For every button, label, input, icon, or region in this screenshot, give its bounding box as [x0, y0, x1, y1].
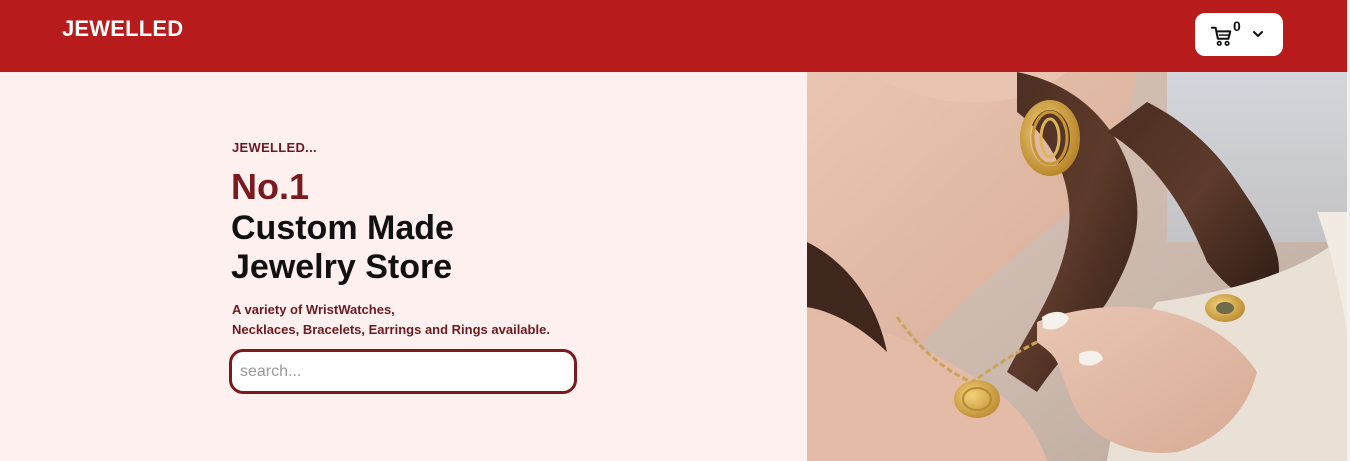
cart-icon: [1211, 26, 1232, 46]
cart-count-badge: 0: [1233, 18, 1241, 34]
cart-button[interactable]: 0: [1195, 13, 1283, 56]
hero-headline-line-1: Custom Made: [231, 209, 454, 247]
hero-headline-line-2: Jewelry Store: [231, 248, 453, 286]
top-navbar: JEWELLED 0: [0, 0, 1347, 72]
hero-photo-graphic: [807, 72, 1347, 461]
hero-eyebrow: JEWELLED...: [232, 140, 317, 155]
hero-photo: [807, 72, 1347, 461]
hero-subtext-line-2: Necklaces, Bracelets, Earrings and Rings…: [232, 322, 550, 337]
brand-logo[interactable]: JEWELLED: [62, 16, 183, 42]
search-input[interactable]: [229, 349, 577, 394]
hero-headline-rank: No.1: [231, 166, 310, 207]
chevron-down-icon[interactable]: [1252, 28, 1264, 40]
hero-subtext-line-1: A variety of WristWatches,: [232, 302, 395, 317]
